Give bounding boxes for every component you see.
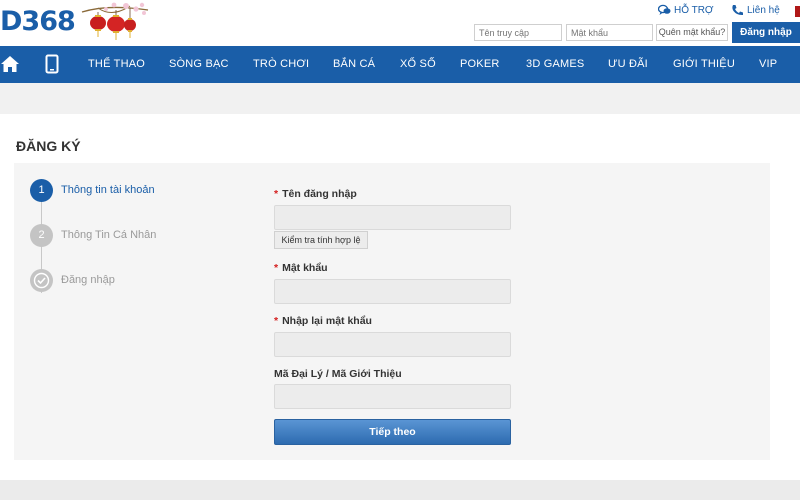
check-validity-button[interactable]: Kiểm tra tính hợp lệ [274, 231, 368, 249]
brand-logo[interactable]: D368 [0, 6, 76, 37]
top-header: D368 HỖ TRỢ Liên hệ Quên mật [0, 0, 800, 46]
nav-item-song-bac[interactable]: SÒNG BẠC [169, 46, 229, 83]
check-icon [33, 272, 50, 289]
home-icon[interactable] [0, 54, 20, 74]
page-title: ĐĂNG KÝ [16, 138, 81, 154]
required-mark: * [274, 188, 279, 200]
nav-item-vip[interactable]: VIP [759, 46, 777, 83]
nav-item-3d-games[interactable]: 3D GAMES [526, 46, 584, 83]
username-field-label: * Tên đăng nhập [274, 188, 357, 200]
confirm-password-label-text: Nhập lại mật khẩu [282, 315, 372, 327]
spacer-strip [0, 83, 800, 103]
nav-item-poker[interactable]: POKER [460, 46, 500, 83]
nav-item-tro-choi[interactable]: TRÒ CHƠI [253, 46, 309, 83]
support-label: HỖ TRỢ [674, 4, 714, 16]
contact-link[interactable]: Liên hệ [731, 4, 780, 16]
step-1-circle: 1 [30, 179, 53, 202]
password-field-label: * Mật khẩu [274, 262, 328, 274]
forgot-password-link[interactable]: Quên mật khẩu? [656, 24, 728, 41]
required-mark: * [274, 315, 279, 327]
login-button[interactable]: Đăng nhập [732, 22, 800, 43]
footer-strip [0, 480, 800, 500]
nav-item-ban-ca[interactable]: BẮN CÁ [333, 46, 375, 83]
password-login-input[interactable] [566, 24, 653, 41]
mobile-phone-icon[interactable] [42, 54, 62, 74]
phone-icon [732, 5, 743, 16]
nav-item-xo-so[interactable]: XỔ SỐ [400, 46, 436, 83]
password-label-text: Mật khẩu [282, 262, 328, 274]
main-nav: THỂ THAO SÒNG BẠC TRÒ CHƠI BẮN CÁ XỔ SỐ … [0, 46, 800, 83]
step-3-circle [30, 269, 53, 292]
corner-flag [795, 6, 800, 17]
chat-bubbles-icon [658, 4, 671, 15]
contact-label: Liên hệ [747, 4, 780, 16]
nav-item-uu-dai[interactable]: ƯU ĐÃI [608, 46, 648, 83]
agent-code-field[interactable] [274, 384, 511, 409]
step-3-label: Đăng nhập [61, 274, 115, 286]
nav-item-gioi-thieu[interactable]: GIỚI THIỆU [673, 46, 735, 83]
nav-item-the-thao[interactable]: THỂ THAO [88, 46, 145, 83]
required-mark: * [274, 262, 279, 274]
username-login-input[interactable] [474, 24, 562, 41]
confirm-password-field[interactable] [274, 332, 511, 357]
password-field[interactable] [274, 279, 511, 304]
username-label-text: Tên đăng nhập [282, 188, 357, 200]
lantern-decoration-icon [81, 2, 149, 40]
step-1-label: Thông tin tài khoản [61, 184, 155, 196]
step-2-circle: 2 [30, 224, 53, 247]
support-link[interactable]: HỖ TRỢ [658, 4, 714, 16]
confirm-password-field-label: * Nhập lại mật khẩu [274, 315, 372, 327]
username-field[interactable] [274, 205, 511, 230]
agent-code-field-label: Mã Đại Lý / Mã Giới Thiệu [274, 368, 402, 380]
step-2-label: Thông Tin Cá Nhân [61, 229, 157, 241]
next-button[interactable]: Tiếp theo [274, 419, 511, 445]
